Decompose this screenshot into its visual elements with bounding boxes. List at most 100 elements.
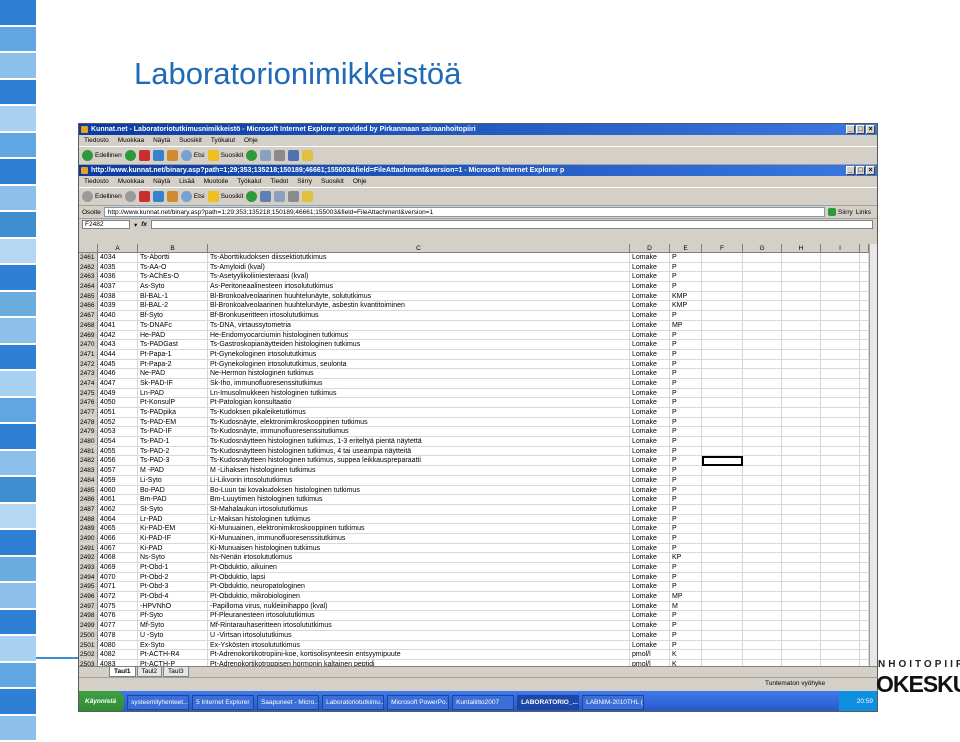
table-cell[interactable] xyxy=(821,253,860,263)
table-cell[interactable] xyxy=(821,330,860,341)
table-cell[interactable]: Ki-Munuainen, immunofluoresenssitutkimus xyxy=(208,533,630,544)
table-cell[interactable] xyxy=(702,291,743,302)
table-cell[interactable] xyxy=(702,475,743,486)
table-cell[interactable]: Lomake xyxy=(630,640,670,651)
table-cell[interactable] xyxy=(702,630,743,641)
table-cell[interactable] xyxy=(860,524,869,534)
table-cell[interactable] xyxy=(702,282,743,292)
row-number[interactable]: 2481 xyxy=(79,446,98,457)
taskbar-item[interactable]: 5 Internet Explorer xyxy=(192,694,255,710)
table-cell[interactable]: P xyxy=(670,369,702,379)
fx-icon[interactable]: fx xyxy=(141,221,147,228)
table-cell[interactable]: Lomake xyxy=(630,504,670,515)
table-cell[interactable]: Ts-Asetyylikoliiniesteraasi (kval) xyxy=(208,272,630,283)
table-cell[interactable]: P xyxy=(670,543,702,554)
table-cell[interactable] xyxy=(702,408,743,418)
table-cell[interactable]: P xyxy=(670,582,702,593)
table-cell[interactable]: P xyxy=(670,504,702,515)
table-cell[interactable] xyxy=(860,630,869,641)
table-cell[interactable] xyxy=(743,553,782,563)
table-cell[interactable] xyxy=(743,301,782,312)
table-cell[interactable]: Pt-Obduktio, lapsi xyxy=(208,572,630,583)
table-cell[interactable] xyxy=(743,592,782,602)
table-cell[interactable] xyxy=(743,446,782,457)
table-cell[interactable]: Lomake xyxy=(630,611,670,622)
table-cell[interactable]: As-Syto xyxy=(138,282,208,292)
table-cell[interactable] xyxy=(702,311,743,321)
table-cell[interactable]: 4039 xyxy=(98,301,138,312)
table-cell[interactable]: 4080 xyxy=(98,640,138,651)
column-header[interactable]: A xyxy=(98,244,138,253)
table-cell[interactable] xyxy=(782,340,821,350)
table-cell[interactable] xyxy=(782,475,821,486)
table-cell[interactable]: Ts-Aborttikudoksen diissektiotutkimus xyxy=(208,253,630,263)
table-cell[interactable] xyxy=(860,291,869,302)
row-number[interactable]: 2468 xyxy=(79,320,98,331)
table-cell[interactable] xyxy=(860,563,869,573)
table-cell[interactable]: 4070 xyxy=(98,572,138,583)
row-number[interactable]: 2477 xyxy=(79,408,98,418)
table-cell[interactable]: KMP xyxy=(670,291,702,302)
table-cell[interactable]: 4056 xyxy=(98,456,138,467)
menu-item[interactable]: Työkalut xyxy=(237,176,261,187)
table-cell[interactable] xyxy=(782,388,821,399)
table-cell[interactable] xyxy=(743,330,782,341)
table-cell[interactable] xyxy=(702,543,743,554)
table-cell[interactable]: P xyxy=(670,253,702,263)
table-cell[interactable]: Ns-Nenän irtosolututkimus xyxy=(208,553,630,563)
table-cell[interactable] xyxy=(782,253,821,263)
menu-item[interactable]: Työkalut xyxy=(211,135,235,146)
table-cell[interactable]: P xyxy=(670,611,702,622)
table-cell[interactable]: Ts-PAD-1 xyxy=(138,437,208,447)
table-cell[interactable]: 4045 xyxy=(98,359,138,370)
table-cell[interactable]: P xyxy=(670,495,702,505)
table-cell[interactable] xyxy=(860,592,869,602)
table-cell[interactable]: Pt-Obd-3 xyxy=(138,582,208,593)
table-cell[interactable] xyxy=(782,601,821,612)
table-cell[interactable] xyxy=(821,640,860,651)
table-cell[interactable] xyxy=(743,563,782,573)
table-cell[interactable]: 4047 xyxy=(98,378,138,389)
table-cell[interactable] xyxy=(782,572,821,583)
table-cell[interactable]: MP xyxy=(670,592,702,602)
table-cell[interactable] xyxy=(821,543,860,554)
row-number[interactable]: 2463 xyxy=(79,272,98,283)
selected-cell[interactable] xyxy=(702,456,743,467)
table-cell[interactable] xyxy=(743,640,782,651)
table-cell[interactable]: Lr-PAD xyxy=(138,514,208,525)
table-cell[interactable] xyxy=(860,282,869,292)
taskbar-item[interactable]: Laboratoriotutkimu... xyxy=(322,694,385,710)
table-cell[interactable]: Lr-Maksan histologinen tutkimus xyxy=(208,514,630,525)
table-cell[interactable]: P xyxy=(670,514,702,525)
table-cell[interactable]: P xyxy=(670,446,702,457)
menu-item[interactable]: Muokkaa xyxy=(118,176,144,187)
table-cell[interactable]: 4038 xyxy=(98,291,138,302)
table-cell[interactable]: Lomake xyxy=(630,311,670,321)
table-cell[interactable]: Lomake xyxy=(630,563,670,573)
column-header[interactable]: H xyxy=(782,244,821,253)
table-cell[interactable] xyxy=(743,533,782,544)
table-cell[interactable] xyxy=(860,388,869,399)
refresh-icon[interactable] xyxy=(152,150,164,161)
column-header[interactable] xyxy=(79,244,98,253)
table-cell[interactable]: Bf-Bronkusеritteen irtosolututkimus xyxy=(208,311,630,321)
menu-item[interactable]: Suosikit xyxy=(179,135,202,146)
table-cell[interactable] xyxy=(782,359,821,370)
table-cell[interactable]: Pt-Papa-2 xyxy=(138,359,208,370)
table-cell[interactable]: Lomake xyxy=(630,262,670,273)
table-cell[interactable]: KMP xyxy=(670,301,702,312)
table-cell[interactable]: M xyxy=(670,601,702,612)
table-cell[interactable]: Ts-Amyloidi (kval) xyxy=(208,262,630,273)
table-cell[interactable] xyxy=(860,262,869,273)
history-icon[interactable] xyxy=(246,191,258,202)
table-cell[interactable]: P xyxy=(670,572,702,583)
table-cell[interactable] xyxy=(702,437,743,447)
table-cell[interactable]: 4060 xyxy=(98,485,138,496)
table-cell[interactable] xyxy=(821,369,860,379)
table-cell[interactable] xyxy=(782,621,821,631)
table-cell[interactable]: 4061 xyxy=(98,495,138,505)
table-cell[interactable] xyxy=(821,504,860,515)
table-cell[interactable] xyxy=(743,272,782,283)
table-cell[interactable] xyxy=(702,378,743,389)
refresh-icon[interactable] xyxy=(152,191,164,202)
